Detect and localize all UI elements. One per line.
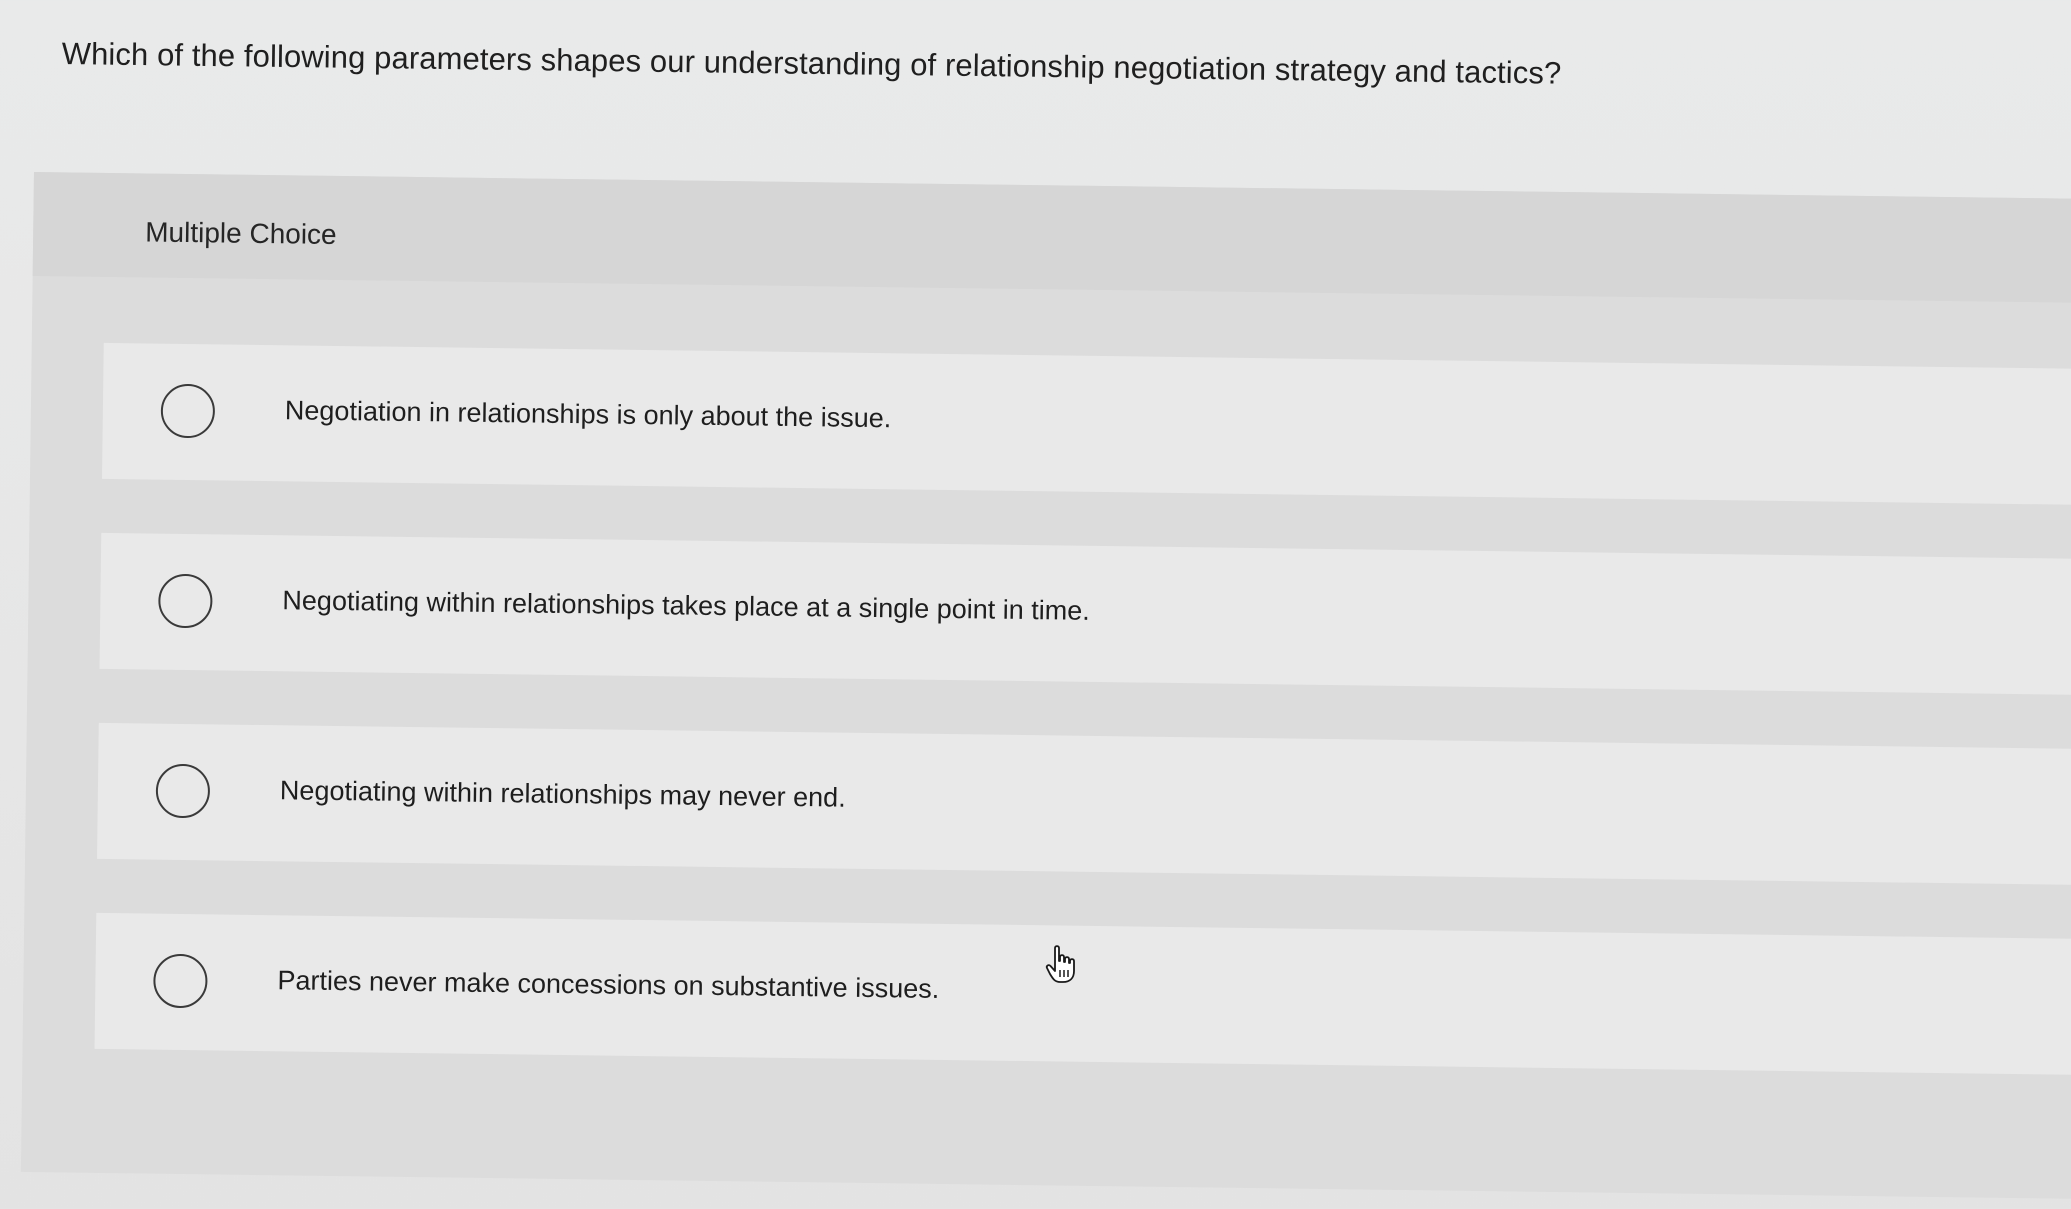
answer-option-3[interactable]: Negotiating within relationships may nev…	[97, 722, 2071, 886]
multiple-choice-panel: Multiple Choice Negotiation in relations…	[20, 172, 2071, 1200]
panel-header: Multiple Choice	[32, 172, 2071, 304]
radio-button-icon[interactable]	[160, 383, 216, 439]
panel-title: Multiple Choice	[145, 216, 337, 250]
option-label: Negotiating within relationships may nev…	[279, 775, 846, 813]
answer-option-2[interactable]: Negotiating within relationships takes p…	[99, 532, 2071, 696]
hand-pointer-icon	[1045, 945, 1075, 983]
radio-button-icon[interactable]	[155, 763, 211, 819]
option-label: Negotiating within relationships takes p…	[282, 585, 1091, 626]
answer-option-1[interactable]: Negotiation in relationships is only abo…	[101, 342, 2071, 506]
option-label: Negotiation in relationships is only abo…	[284, 395, 892, 434]
radio-button-icon[interactable]	[158, 573, 213, 629]
answer-option-4[interactable]: Parties never make concessions on substa…	[94, 912, 2071, 1076]
question-text: Which of the following parameters shapes…	[61, 35, 1562, 91]
option-label: Parties never make concessions on substa…	[277, 965, 940, 1004]
radio-button-icon[interactable]	[153, 953, 208, 1009]
